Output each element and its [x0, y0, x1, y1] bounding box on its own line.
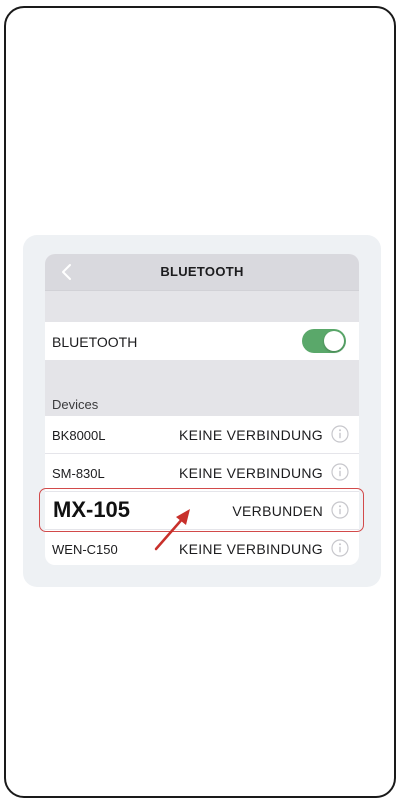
device-status: KEINE VERBINDUNG: [178, 541, 323, 557]
device-row[interactable]: WEN-C150 KEINE VERBINDUNG: [45, 530, 359, 565]
info-icon[interactable]: [331, 463, 349, 481]
bluetooth-label: BLUETOOTH: [52, 334, 138, 350]
device-name: BK8000L: [52, 428, 106, 443]
highlight-box: [39, 488, 364, 532]
device-status: KEINE VERBINDUNG: [178, 465, 323, 481]
section-spacer: [45, 291, 359, 322]
bluetooth-toggle-row: BLUETOOTH: [45, 322, 359, 360]
devices-section-header: Devices: [45, 360, 359, 416]
device-row[interactable]: BK8000L KEINE VERBINDUNG: [45, 416, 359, 454]
device-name: SM-830L: [52, 466, 105, 481]
info-icon[interactable]: [331, 539, 349, 557]
info-icon[interactable]: [331, 425, 349, 443]
annotation-arrow-icon: [154, 509, 190, 551]
device-status: KEINE VERBINDUNG: [178, 427, 323, 443]
toggle-knob: [324, 331, 344, 351]
bluetooth-toggle[interactable]: [302, 329, 346, 353]
device-row[interactable]: SM-830L KEINE VERBINDUNG: [45, 454, 359, 492]
nav-bar: BLUETOOTH: [45, 254, 359, 291]
device-name: WEN-C150: [52, 542, 118, 557]
page-title: BLUETOOTH: [160, 264, 244, 279]
devices-label: Devices: [52, 397, 99, 412]
